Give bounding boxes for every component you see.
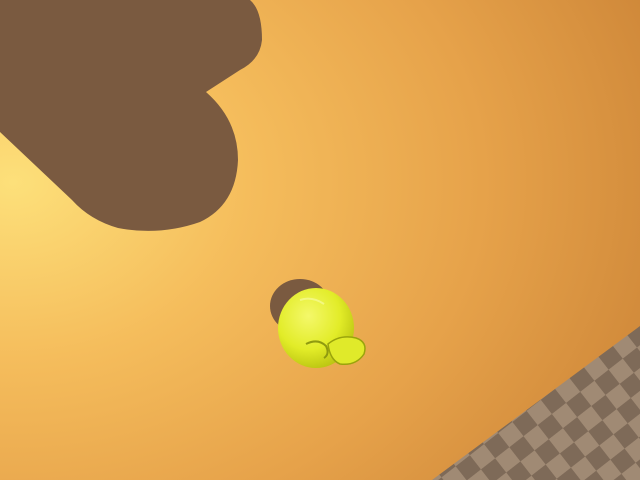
scene-canvas: [0, 0, 640, 480]
simulation-viewport: [0, 0, 640, 480]
